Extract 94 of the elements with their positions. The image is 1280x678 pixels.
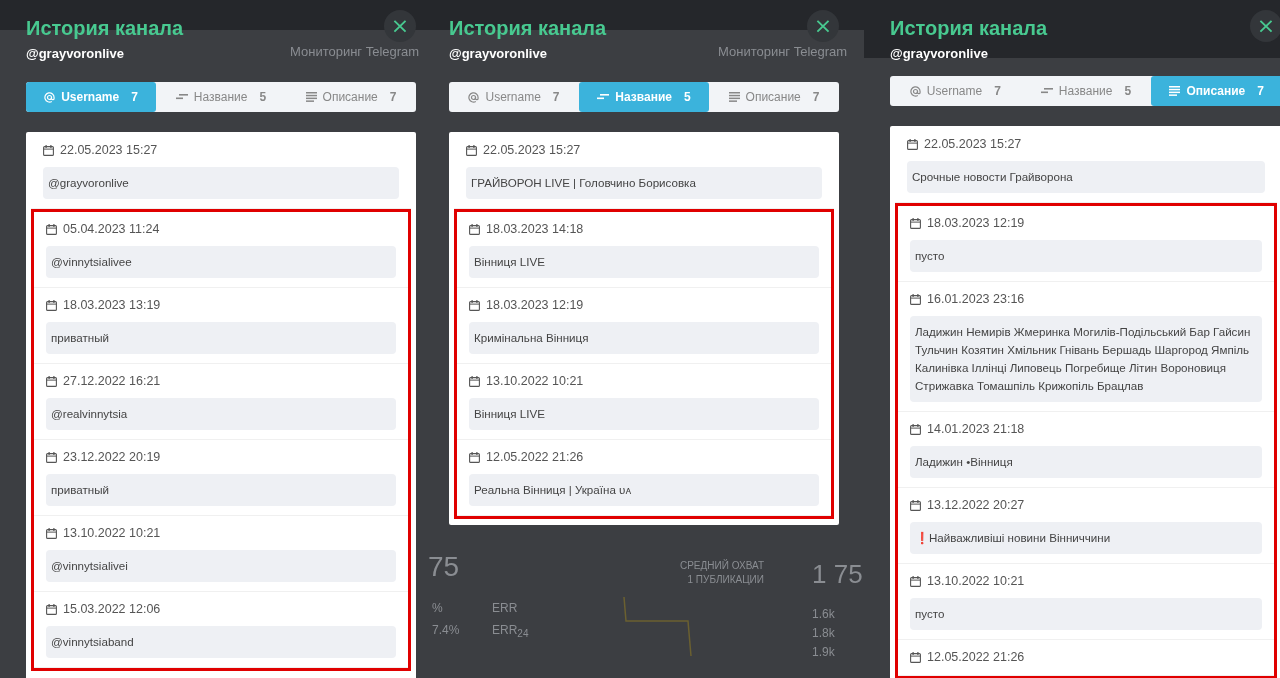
at-icon [468, 91, 480, 103]
at-icon [909, 85, 921, 97]
entry-value: @realvinnytsia [46, 398, 396, 430]
entry-value: @vinnytsiaband [46, 626, 396, 658]
tab[interactable]: Описание 7 [1151, 76, 1280, 106]
entry-value: @vinnytsialivee [46, 246, 396, 278]
lines-icon [1040, 87, 1053, 95]
stat-label: ERR$_{24}$ [492, 623, 529, 640]
entry-date: 15.03.2022 12:06 [63, 602, 161, 616]
entry-value: ГРАЙВОРОН LIVE | Головчино Борисовка [466, 167, 822, 199]
entry-value: пусто [910, 240, 1262, 272]
calendar-icon [43, 144, 54, 156]
entry-value: Ладижин Немирів Жмеринка Могилів-Подільський Бар Гайсин Тульчин Козятин Хмільник Гнівань Бершадь Шаргород Ямпіль Калинівка Іллінці Липовець Погребище Літин Вороновиця Стрижавка Томашпіль Крижопіль Брацлав [910, 316, 1262, 402]
tab[interactable]: Username 7 [890, 76, 1021, 106]
entry-value: приватный [46, 322, 396, 354]
stat-value: 1.6k [812, 607, 835, 621]
entry-date: 18.03.2023 12:19 [927, 216, 1025, 230]
modal-title: История канала [890, 17, 1048, 40]
tab[interactable]: Описание 7 [709, 82, 839, 112]
channel-handle: @grayvoronlive [449, 46, 547, 61]
tab[interactable]: Название 5 [579, 82, 709, 112]
entry-date: 14.01.2023 21:18 [927, 422, 1025, 436]
calendar-icon [469, 299, 480, 311]
entry-date: 13.10.2022 10:21 [927, 574, 1025, 588]
stat-caption: СРЕДНИЙ ОХВАТ [679, 559, 764, 573]
lines-icon [597, 93, 610, 101]
calendar-icon [466, 144, 477, 156]
text-icon [728, 92, 740, 102]
calendar-icon [907, 138, 918, 150]
entry-value: Срочные новости Грайворона [907, 161, 1265, 193]
tab[interactable]: Название 5 [156, 82, 286, 112]
calendar-icon [46, 223, 57, 235]
entry-date: 05.04.2023 11:24 [63, 222, 160, 236]
entry-date: 27.12.2022 16:21 [63, 374, 161, 388]
entry-value: Ладижин •Вінниця [910, 446, 1262, 478]
entry-date: 13.10.2022 10:21 [63, 526, 161, 540]
entry-date: 18.03.2023 14:18 [486, 222, 584, 236]
entry-value: пусто [910, 598, 1262, 630]
calendar-icon [46, 603, 57, 615]
text-icon [1169, 86, 1181, 96]
calendar-icon [910, 423, 921, 435]
stat-number: 1 75 [812, 559, 863, 590]
stat-value: % [432, 601, 444, 615]
text-icon [305, 92, 317, 102]
entry-value: @grayvoronlive [43, 167, 399, 199]
calendar-icon [46, 375, 57, 387]
entry-value: Вінниця LIVE [469, 246, 819, 278]
channel-handle: @grayvoronlive [26, 46, 124, 61]
channel-handle: @grayvoronlive [890, 46, 988, 61]
entry-date: 16.01.2023 23:16 [927, 292, 1025, 306]
entry-value: Кримінальна Вінниця [469, 322, 819, 354]
tab[interactable]: Описание 7 [286, 82, 416, 112]
tab[interactable]: Username 7 [449, 82, 579, 112]
calendar-icon [910, 217, 921, 229]
calendar-icon [46, 527, 57, 539]
entry-value: @vinnytsialivei [46, 550, 396, 582]
entry-date: 22.05.2023 15:27 [924, 137, 1022, 151]
entry-date: 18.03.2023 12:19 [486, 298, 584, 312]
entry-date: 12.05.2022 21:26 [927, 650, 1025, 664]
close-button[interactable]: × [384, 10, 416, 42]
calendar-icon [469, 223, 480, 235]
entry-value: Реальна Вінниця | Україна ᴜᴀ [469, 474, 819, 506]
tab[interactable]: Название 5 [1020, 76, 1152, 106]
at-icon [44, 91, 56, 103]
calendar-icon [46, 451, 57, 463]
calendar-icon [469, 375, 480, 387]
calendar-icon [46, 299, 57, 311]
modal-title: История канала [449, 17, 607, 40]
entry-date: 18.03.2023 13:19 [63, 298, 161, 312]
calendar-icon [910, 651, 921, 663]
stat-value: 1.8k [812, 626, 835, 640]
calendar-icon [469, 451, 480, 463]
calendar-icon [910, 293, 921, 305]
entry-date: 23.12.2022 20:19 [63, 450, 161, 464]
entry-value: ❗Найважливіші новини Вінниччини [910, 522, 1262, 554]
modal-title: История канала [26, 17, 184, 40]
stat-value: 7.4% [432, 623, 461, 639]
lines-icon [175, 93, 188, 101]
entry-value: Вінниця LIVE [469, 398, 819, 430]
entry-value: приватный [46, 474, 396, 506]
sparkline-drawing [623, 596, 693, 656]
calendar-icon [910, 499, 921, 511]
calendar-icon [910, 575, 921, 587]
entry-date: 12.05.2022 21:26 [486, 450, 584, 464]
stat-label: ERR [492, 601, 518, 615]
tab[interactable]: Username 7 [26, 82, 156, 112]
close-button[interactable]: × [807, 10, 839, 42]
entry-date: 13.10.2022 10:21 [486, 374, 584, 388]
stat-caption: 1 ПУБЛИКАЦИИ [686, 573, 764, 587]
stat-value: 1.9k [812, 645, 835, 659]
stat-number: 75 [428, 551, 460, 583]
entry-date: 13.12.2022 20:27 [927, 498, 1025, 512]
entry-date: 22.05.2023 15:27 [60, 143, 158, 157]
entry-date: 22.05.2023 15:27 [483, 143, 581, 157]
